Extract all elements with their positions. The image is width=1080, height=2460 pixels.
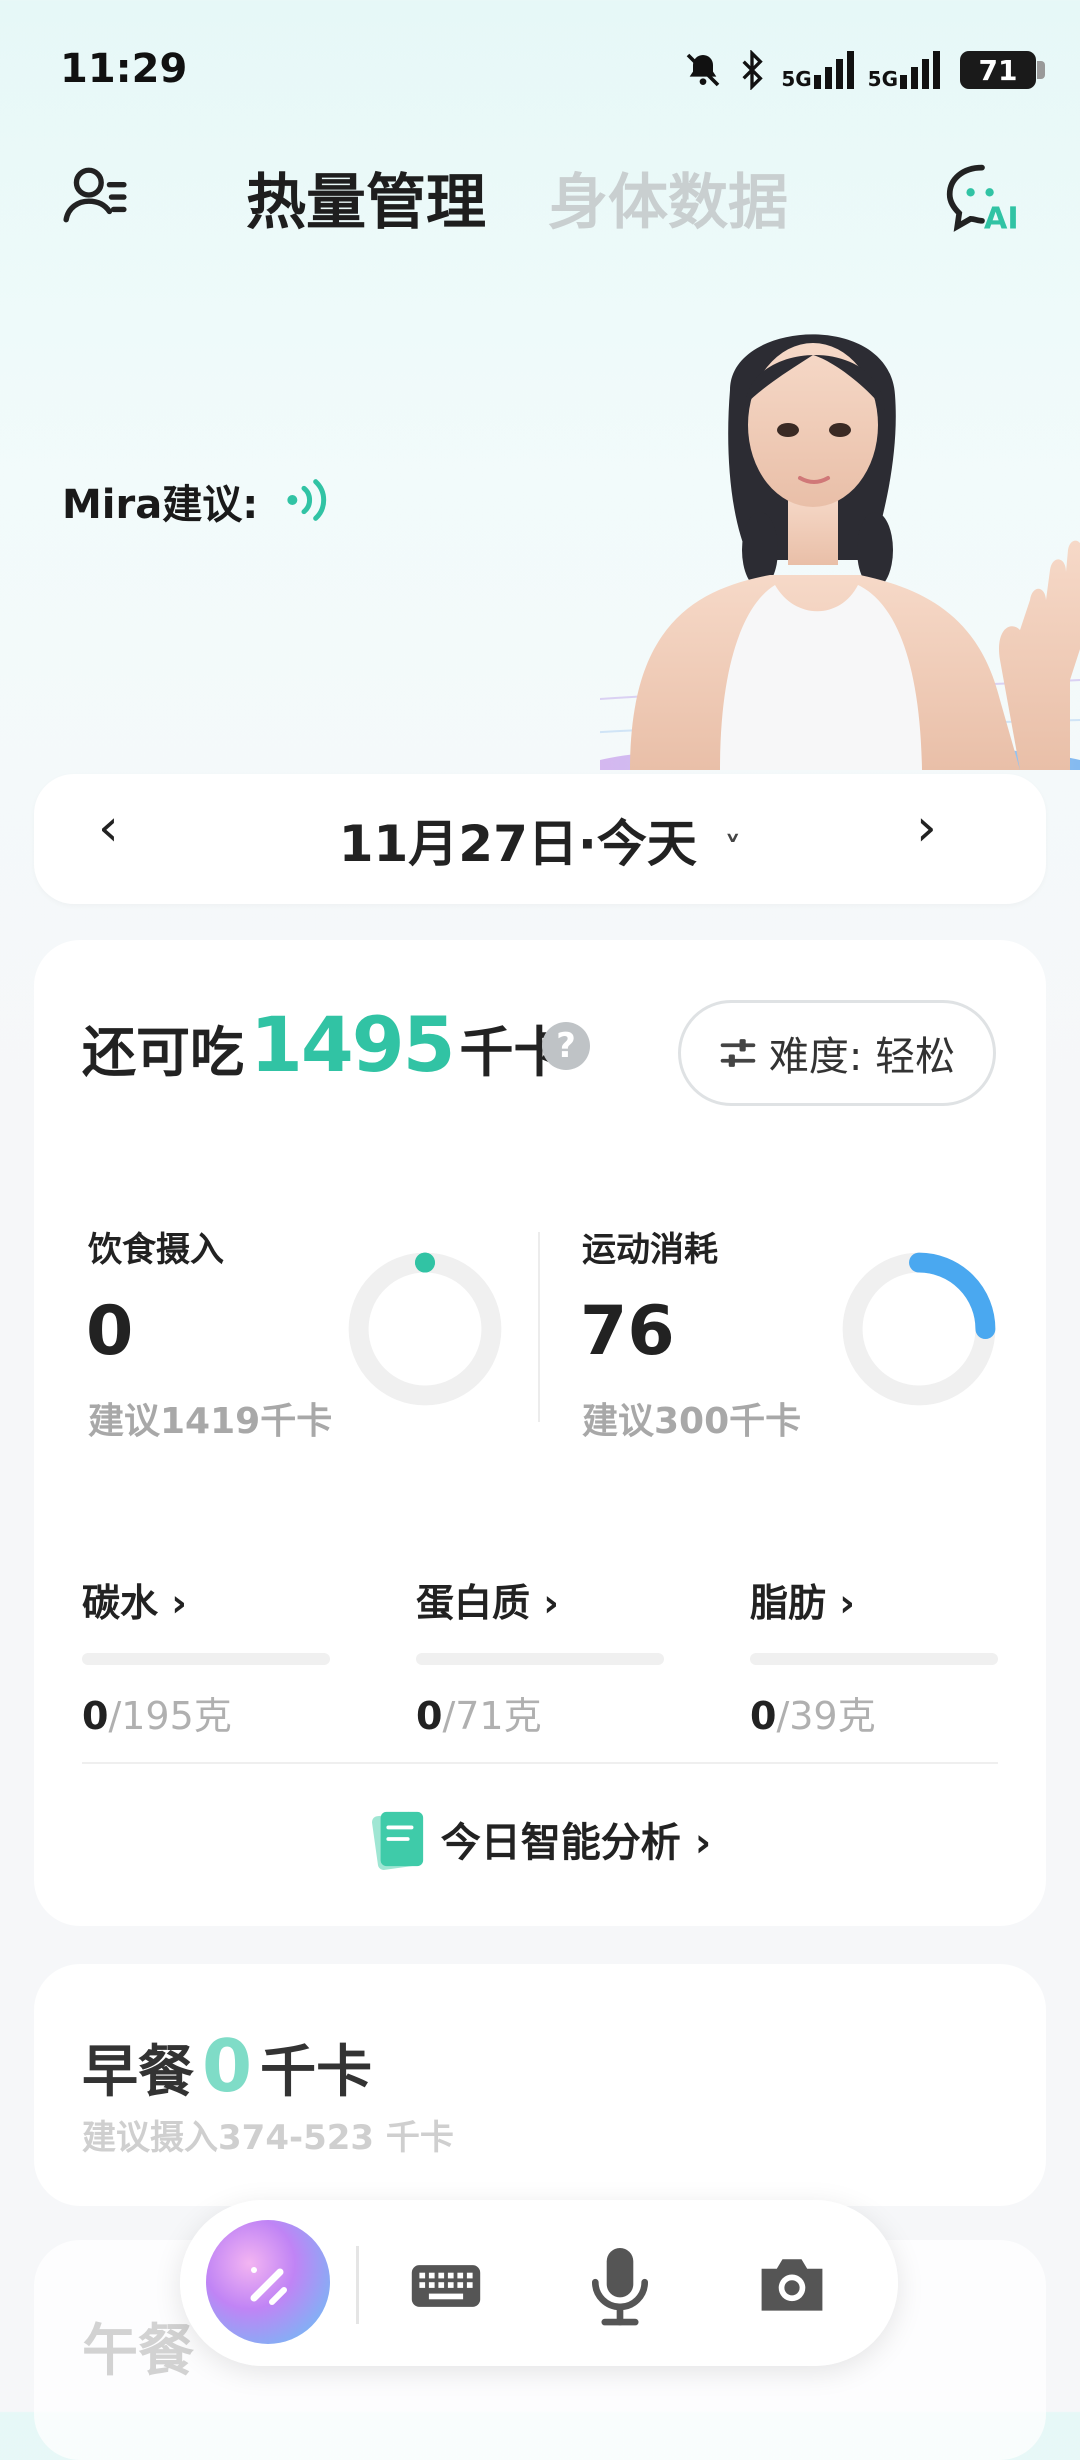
intake-progress-ring[interactable] (342, 1246, 508, 1412)
exercise-title: 运动消耗 (582, 1230, 718, 1270)
battery-indicator: 71 (960, 51, 1045, 89)
macro-bar (750, 1653, 998, 1665)
remaining-label: 还可吃 (82, 1021, 244, 1084)
help-icon[interactable]: ? (542, 1022, 590, 1070)
next-day-button[interactable]: › (916, 798, 937, 858)
tab-calorie-management[interactable]: 热量管理 (246, 154, 486, 241)
mira-suggestion-label: Mira建议: (62, 482, 259, 528)
stat-divider (538, 1232, 540, 1422)
macro-fat[interactable]: 脂肪 › 0/39克 (750, 1572, 998, 1740)
difficulty-button[interactable]: 难度: 轻松 (678, 1000, 996, 1106)
macro-label: 蛋白质 › (416, 1581, 559, 1625)
macro-bar (82, 1653, 330, 1665)
network-type-2: 5G (867, 67, 898, 91)
magic-wand-icon (250, 2267, 287, 2305)
intake-value: 0 (86, 1292, 134, 1371)
signal-2-icon: 5G (868, 51, 940, 89)
chevron-down-icon: ˅ (724, 830, 742, 870)
difficulty-label: 难度: 轻松 (768, 1034, 956, 1080)
smart-analysis-link[interactable]: 今日智能分析 › (0, 1806, 1080, 1872)
breakfast-hint: 建议摄入374-523 千卡 (82, 2118, 454, 2158)
bluetooth-icon (742, 50, 764, 90)
analysis-label: 今日智能分析 › (440, 1820, 712, 1866)
profile-icon[interactable] (62, 162, 128, 228)
macro-value: 0/71克 (416, 1694, 542, 1738)
bar-divider (356, 2246, 359, 2324)
card-divider (82, 1762, 998, 1764)
remaining-calories: 还可吃 1495 千卡 (82, 1000, 568, 1089)
exercise-hint: 建议300千卡 (582, 1401, 802, 1442)
meal-name: 早餐 (82, 2040, 194, 2105)
lunch-title: 午餐 (82, 2319, 194, 2384)
macro-protein[interactable]: 蛋白质 › 0/71克 (416, 1572, 664, 1740)
meal-calories: 0 (202, 2024, 253, 2108)
status-time: 11:29 (60, 46, 188, 92)
remaining-value: 1495 (250, 1000, 456, 1089)
tab-body-data[interactable]: 身体数据 (548, 154, 788, 241)
voice-wave-icon[interactable] (284, 478, 334, 522)
macro-carbs[interactable]: 碳水 › 0/195克 (82, 1572, 330, 1740)
intake-title: 饮食摄入 (88, 1230, 224, 1270)
svg-text:AI: AI (984, 201, 1019, 236)
macro-label: 脂肪 › (750, 1581, 855, 1625)
keyboard-icon[interactable] (408, 2248, 484, 2324)
intake-hint: 建议1419千卡 (88, 1401, 333, 1442)
date-label: 11月27日·今天 (338, 815, 697, 873)
sliders-icon (720, 1039, 756, 1067)
macro-value: 0/195克 (82, 1694, 232, 1738)
meal-unit: 千卡 (260, 2040, 373, 2105)
mute-bell-icon (687, 53, 720, 87)
macro-bar (416, 1653, 664, 1665)
camera-icon[interactable] (754, 2246, 830, 2322)
mira-avatar (600, 334, 1080, 770)
magic-wand-button[interactable] (206, 2220, 330, 2344)
breakfast-title: 早餐 0 千卡 (82, 2024, 372, 2108)
mic-icon[interactable] (582, 2244, 658, 2328)
macro-label: 碳水 › (82, 1581, 187, 1625)
ai-chat-icon[interactable]: AI (944, 160, 1020, 236)
exercise-progress-ring[interactable] (836, 1246, 1002, 1412)
exercise-value: 76 (580, 1292, 675, 1371)
network-type-1: 5G (781, 67, 812, 91)
notes-icon (371, 1811, 423, 1870)
signal-1-icon: 5G (781, 51, 854, 91)
status-icons: 5G 5G 71 (683, 42, 1045, 98)
macro-value: 0/39克 (750, 1694, 876, 1738)
